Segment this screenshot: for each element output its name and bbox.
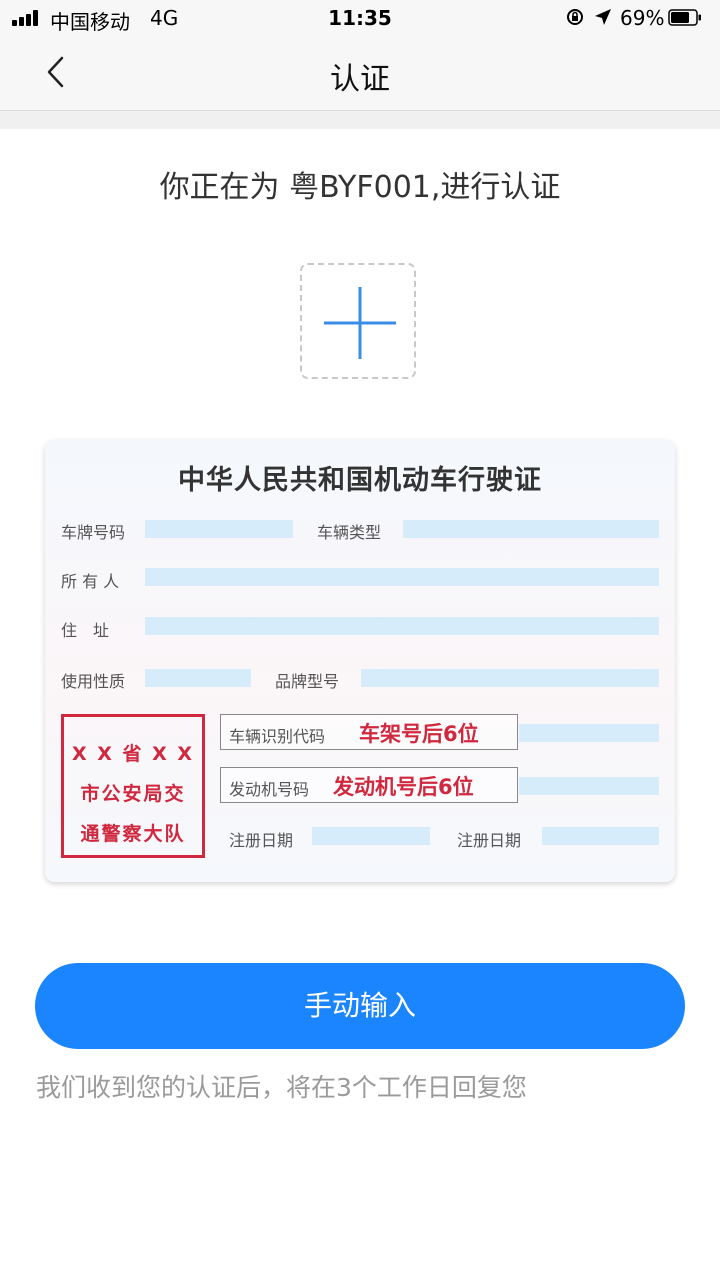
certification-hint: 你正在为 粤BYF001,进行认证 (159, 170, 561, 205)
navigation-bar: 认证 (0, 36, 720, 111)
stamp-line: 市公安局交 (80, 783, 186, 805)
model-label: 品牌型号 (275, 672, 340, 691)
register-date-field (312, 827, 430, 845)
plus-icon (324, 287, 396, 359)
battery-percent: 69% (620, 6, 665, 30)
engine-highlight-box: 发动机号码 发动机号后6位 (220, 767, 518, 803)
address-field (145, 617, 659, 635)
section-divider (0, 111, 720, 129)
plate-label: 车牌号码 (61, 523, 126, 542)
manual-input-button[interactable]: 手动输入 (35, 963, 685, 1049)
clock: 11:35 (328, 6, 392, 30)
vin-label: 车辆识别代码 (229, 727, 326, 746)
location-icon (595, 9, 611, 25)
vehicle-type-label: 车辆类型 (317, 523, 382, 542)
status-bar: 中国移动 4G 11:35 69% (0, 0, 720, 36)
usage-field (145, 669, 251, 687)
register-date-label: 注册日期 (229, 831, 294, 850)
plate-field (145, 520, 293, 538)
stamp-line: X X 省 X X (71, 743, 195, 765)
page-title: 认证 (330, 62, 390, 97)
model-field (361, 669, 659, 687)
reply-notice: 我们收到您的认证后，将在3个工作日回复您 (36, 1073, 527, 1102)
vin-highlight-box: 车辆识别代码 车架号后6位 (220, 714, 518, 750)
upload-photo-button[interactable] (300, 263, 416, 379)
owner-field (145, 568, 659, 586)
usage-label: 使用性质 (61, 672, 126, 691)
owner-label: 所 有 人 (61, 572, 120, 591)
issue-date-field (542, 827, 659, 845)
vehicle-type-field (403, 520, 659, 538)
battery-icon (668, 9, 701, 26)
rotation-lock-icon (567, 9, 583, 25)
engine-hint: 发动机号后6位 (333, 775, 474, 799)
license-sample-card: 中华人民共和国机动车行驶证 车牌号码 车辆类型 所 有 人 住 址 使用性质 品… (45, 440, 675, 882)
vin-field (519, 724, 659, 742)
vin-hint: 车架号后6位 (359, 722, 479, 746)
stamp-line: 通警察大队 (80, 823, 186, 845)
issue-date-label: 注册日期 (457, 831, 522, 850)
engine-label: 发动机号码 (229, 780, 310, 799)
engine-field (519, 777, 659, 795)
police-stamp: X X 省 X X 市公安局交 通警察大队 (61, 714, 205, 858)
license-card-title: 中华人民共和国机动车行驶证 (178, 465, 542, 496)
address-label: 住 址 (61, 621, 110, 640)
